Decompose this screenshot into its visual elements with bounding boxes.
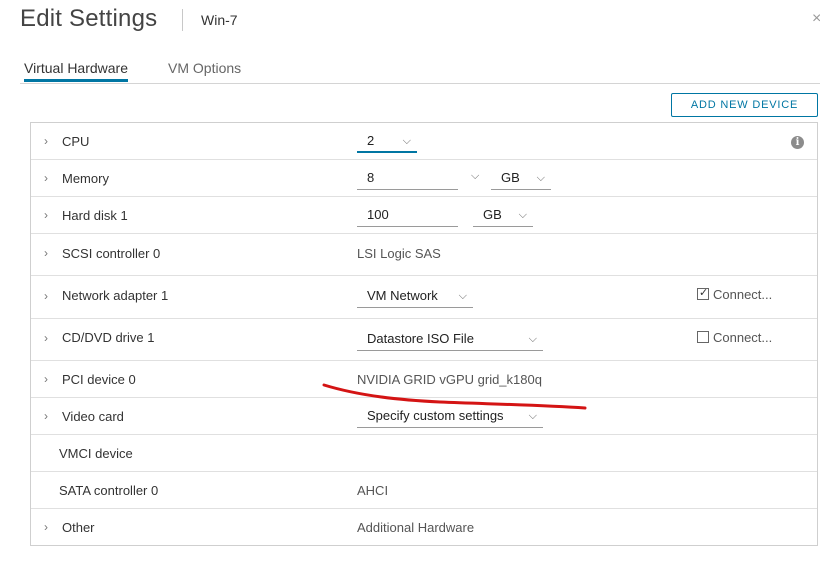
row-pci-device: › PCI device 0 NVIDIA GRID vGPU grid_k18… [31, 361, 817, 398]
row-hard-disk: › Hard disk 1 100 GB ⌵ [31, 197, 817, 234]
network-connect-checkbox[interactable]: ✓ Connect... [697, 287, 772, 302]
row-label-sata: SATA controller 0 [59, 483, 159, 498]
cdrom-connect-checkbox[interactable]: Connect... [697, 330, 772, 345]
memory-value: 8 [367, 170, 375, 185]
row-label-hard-disk: Hard disk 1 [62, 208, 128, 223]
chevron-right-icon[interactable]: › [44, 372, 48, 386]
vm-name: Win-7 [201, 12, 238, 28]
row-label-vmci: VMCI device [59, 446, 133, 461]
chevron-down-icon: ⌵ [518, 209, 527, 221]
hard-disk-unit: GB [483, 207, 502, 222]
checkbox-checked[interactable]: ✓ [697, 287, 709, 300]
row-other: › Other Additional Hardware [31, 509, 817, 545]
row-sata-controller: SATA controller 0 AHCI [31, 472, 817, 509]
row-label-video: Video card [62, 409, 124, 424]
row-cd-dvd-drive: › CD/DVD drive 1 Datastore ISO File ⌵ Co… [31, 319, 817, 361]
hard-disk-unit-select[interactable]: GB ⌵ [473, 205, 533, 227]
info-icon[interactable]: i [791, 136, 804, 149]
sata-value: AHCI [357, 483, 389, 498]
chevron-down-icon: ⌵ [528, 410, 537, 422]
chevron-right-icon[interactable]: › [44, 520, 48, 534]
chevron-right-icon[interactable]: › [44, 409, 48, 423]
row-cpu: › CPU 2 ⌵ i [31, 123, 817, 160]
network-select[interactable]: VM Network ⌵ [357, 286, 473, 308]
cdrom-select[interactable]: Datastore ISO File ⌵ [357, 329, 543, 351]
cpu-select[interactable]: 2 ⌵ [357, 131, 417, 153]
row-label-cdrom: CD/DVD drive 1 [62, 330, 155, 345]
title-divider [182, 9, 183, 31]
add-new-device-button[interactable]: ADD NEW DEVICE [671, 93, 818, 117]
memory-unit-select[interactable]: GB ⌵ [491, 168, 551, 190]
network-connect-label: Connect... [713, 287, 773, 302]
row-label-cpu: CPU [62, 134, 90, 149]
cdrom-value: Datastore ISO File [367, 331, 474, 346]
check-icon: ✓ [699, 287, 709, 299]
chevron-down-icon: ⌵ [528, 333, 537, 345]
row-label-other: Other [62, 520, 95, 535]
video-value: Specify custom settings [367, 408, 504, 423]
chevron-right-icon[interactable]: › [44, 331, 48, 345]
chevron-down-icon: ⌵ [402, 135, 411, 147]
chevron-down-icon: ⌵ [458, 290, 467, 302]
scsi-value: LSI Logic SAS [357, 246, 441, 261]
hard-disk-input[interactable]: 100 [357, 205, 458, 227]
row-scsi-controller: › SCSI controller 0 LSI Logic SAS [31, 234, 817, 276]
row-label-memory: Memory [62, 171, 109, 186]
chevron-right-icon[interactable]: › [44, 171, 48, 185]
chevron-right-icon[interactable]: › [44, 134, 48, 148]
pci-value: NVIDIA GRID vGPU grid_k180q [357, 372, 542, 387]
video-select[interactable]: Specify custom settings ⌵ [357, 406, 543, 428]
row-label-network: Network adapter 1 [62, 288, 169, 303]
row-network-adapter: › Network adapter 1 VM Network ⌵ ✓ Connec… [31, 276, 817, 319]
row-vmci-device: VMCI device [31, 435, 817, 472]
network-value: VM Network [367, 288, 438, 303]
hard-disk-value: 100 [367, 207, 389, 222]
row-memory: › Memory 8 ⌵ GB ⌵ [31, 160, 817, 197]
cpu-value: 2 [367, 133, 375, 148]
close-icon[interactable]: × [812, 10, 820, 28]
tab-vm-options[interactable]: VM Options [168, 60, 241, 81]
memory-unit: GB [501, 170, 520, 185]
chevron-down-icon: ⌵ [536, 172, 545, 184]
chevron-down-icon[interactable]: ⌵ [471, 170, 479, 183]
cdrom-connect-label: Connect... [713, 330, 773, 345]
page-title: Edit Settings [20, 5, 158, 32]
row-label-pci: PCI device 0 [62, 372, 136, 387]
chevron-right-icon[interactable]: › [44, 246, 48, 260]
memory-input[interactable]: 8 [357, 168, 458, 190]
tab-bar: Virtual Hardware VM Options [20, 58, 820, 84]
row-video-card: › Video card Specify custom settings ⌵ [31, 398, 817, 435]
chevron-right-icon[interactable]: › [44, 208, 48, 222]
tab-virtual-hardware[interactable]: Virtual Hardware [24, 60, 129, 82]
chevron-right-icon[interactable]: › [44, 289, 48, 303]
hardware-grid: › CPU 2 ⌵ i › Memory 8 ⌵ GB ⌵ › Hard dis… [30, 122, 818, 546]
checkbox-unchecked[interactable] [697, 331, 709, 343]
row-label-scsi: SCSI controller 0 [62, 246, 161, 261]
other-value: Additional Hardware [357, 520, 475, 535]
